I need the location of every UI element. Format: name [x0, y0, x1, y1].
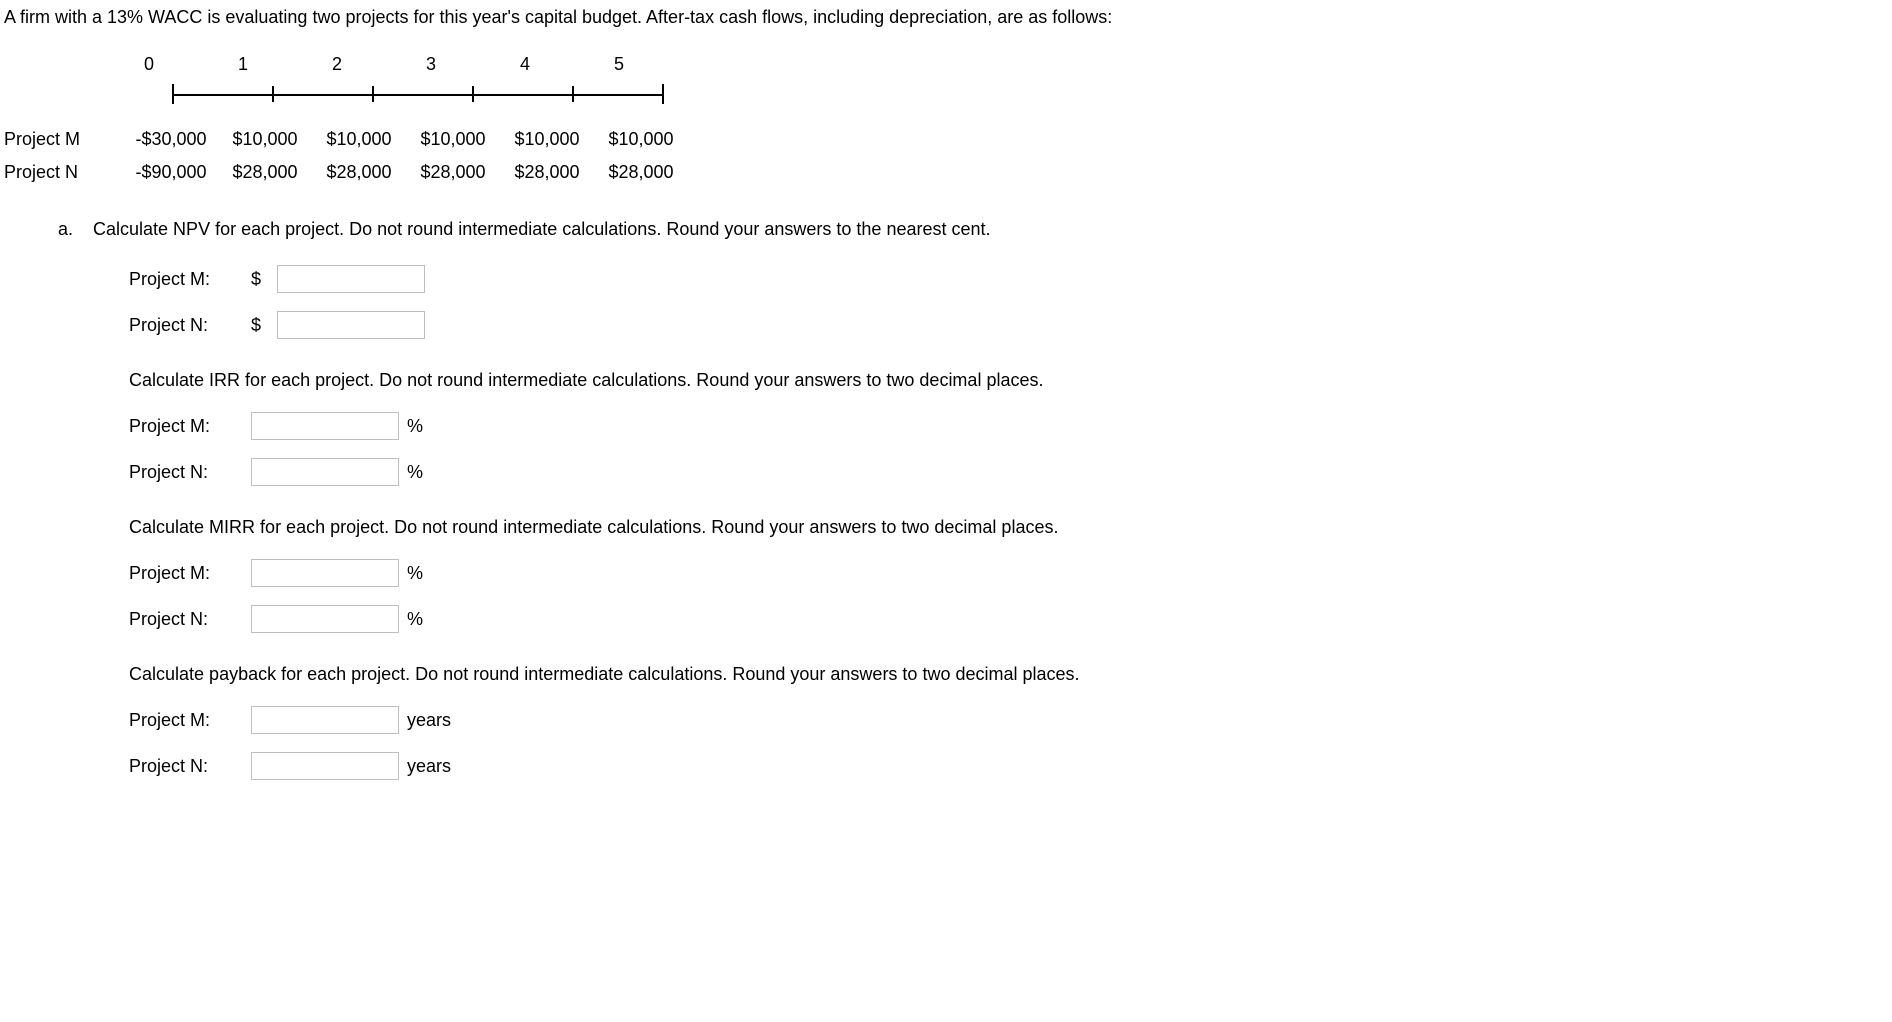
npv-n-input[interactable]: [277, 311, 425, 339]
problem-intro: A firm with a 13% WACC is evaluating two…: [4, 4, 1892, 31]
percent-sign: %: [407, 606, 423, 633]
percent-sign: %: [407, 413, 423, 440]
mirr-n-input[interactable]: [251, 605, 399, 633]
dollar-sign: $: [251, 266, 265, 293]
project-n-cf1: $28,000: [218, 159, 312, 186]
years-label: years: [407, 753, 451, 780]
years-label: years: [407, 707, 451, 734]
irr-m-input[interactable]: [251, 412, 399, 440]
project-m-cf3: $10,000: [406, 126, 500, 153]
npv-n-label: Project N:: [129, 312, 239, 339]
project-m-row: Project M -$30,000 $10,000 $10,000 $10,0…: [4, 126, 1892, 153]
period-4: 4: [520, 51, 614, 78]
project-m-cf4: $10,000: [500, 126, 594, 153]
dollar-sign: $: [251, 312, 265, 339]
irr-n-label: Project N:: [129, 459, 239, 486]
period-0: 0: [144, 51, 238, 78]
mirr-m-label: Project M:: [129, 560, 239, 587]
period-header: 0 1 2 3 4 5: [144, 51, 1892, 78]
project-n-row: Project N -$90,000 $28,000 $28,000 $28,0…: [4, 159, 1892, 186]
mirr-instruction: Calculate MIRR for each project. Do not …: [129, 514, 1887, 541]
project-m-cf5: $10,000: [594, 126, 688, 153]
percent-sign: %: [407, 459, 423, 486]
project-m-cf1: $10,000: [218, 126, 312, 153]
period-2: 2: [332, 51, 426, 78]
project-m-cf0: -$30,000: [124, 126, 218, 153]
project-n-label: Project N: [4, 159, 124, 186]
project-n-cf5: $28,000: [594, 159, 688, 186]
project-n-cf0: -$90,000: [124, 159, 218, 186]
irr-n-input[interactable]: [251, 458, 399, 486]
mirr-n-label: Project N:: [129, 606, 239, 633]
payback-n-input[interactable]: [251, 752, 399, 780]
npv-instruction: Calculate NPV for each project. Do not r…: [93, 219, 991, 239]
payback-m-label: Project M:: [129, 707, 239, 734]
npv-m-input[interactable]: [277, 265, 425, 293]
timeline: [164, 80, 1892, 108]
period-5: 5: [614, 51, 708, 78]
project-n-cf4: $28,000: [500, 159, 594, 186]
period-1: 1: [238, 51, 332, 78]
project-n-cf2: $28,000: [312, 159, 406, 186]
payback-m-input[interactable]: [251, 706, 399, 734]
project-m-cf2: $10,000: [312, 126, 406, 153]
question-letter: a.: [58, 216, 88, 243]
mirr-m-input[interactable]: [251, 559, 399, 587]
project-m-label: Project M: [4, 126, 124, 153]
irr-m-label: Project M:: [129, 413, 239, 440]
irr-instruction: Calculate IRR for each project. Do not r…: [129, 367, 1887, 394]
payback-instruction: Calculate payback for each project. Do n…: [129, 661, 1887, 688]
percent-sign: %: [407, 560, 423, 587]
period-3: 3: [426, 51, 520, 78]
project-n-cf3: $28,000: [406, 159, 500, 186]
payback-n-label: Project N:: [129, 753, 239, 780]
npv-m-label: Project M:: [129, 266, 239, 293]
